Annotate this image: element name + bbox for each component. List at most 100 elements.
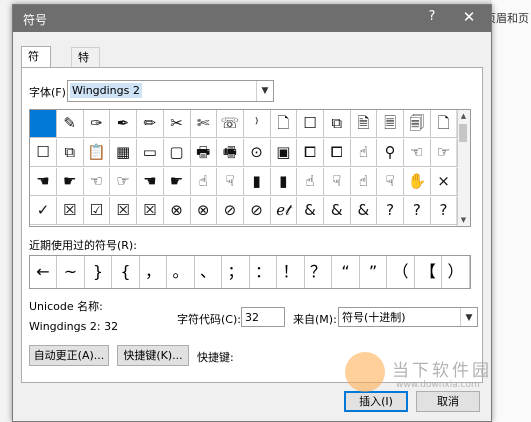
symbol-cell[interactable]: ☟ [377, 168, 405, 196]
insert-button[interactable]: 插入(I) [344, 391, 408, 412]
symbol-cell[interactable]: ✑ [83, 110, 111, 138]
symbol-cell[interactable]: ☝ [190, 168, 218, 196]
symbol-cell[interactable]: ⊗ [190, 197, 218, 225]
symbol-cell[interactable]: ☞ [110, 168, 138, 196]
symbol-cell[interactable]: ☛ [56, 168, 84, 196]
symbol-cell[interactable]: ✎ [56, 110, 84, 138]
close-icon[interactable]: ✕ [461, 8, 477, 26]
symbol-cell[interactable]: ⚲ [377, 139, 405, 167]
symbol-cell[interactable]: ✒ [110, 110, 138, 138]
symbol-cell[interactable]: ▮ [243, 168, 271, 196]
symbol-cell[interactable]: ? [403, 197, 431, 225]
scroll-thumb[interactable] [459, 124, 467, 142]
symbol-cell[interactable]: & [297, 197, 324, 225]
background-ribbon [490, 0, 531, 422]
recent-symbol-cell[interactable]: “ [333, 256, 360, 288]
tab-symbols[interactable]: 符号(S) [21, 46, 51, 101]
symbol-cell[interactable]: ? [377, 197, 405, 225]
symbol-cell[interactable]: 🖶 [190, 139, 218, 167]
recent-symbol-cell[interactable]: ； [223, 256, 250, 288]
symbol-cell[interactable]: 🗎 [350, 110, 378, 138]
cancel-button[interactable]: 取消 [416, 391, 480, 412]
recent-symbol-cell[interactable]: ： [250, 256, 277, 288]
symbol-cell[interactable]: ☝ [350, 168, 378, 196]
symbol-cell[interactable]: ☜ [403, 139, 431, 167]
symbol-cell[interactable] [30, 110, 57, 138]
symbol-cell[interactable]: & [323, 197, 351, 225]
symbol-cell[interactable]: ✓ [30, 197, 57, 225]
symbol-cell[interactable]: ☚ [136, 168, 164, 196]
scroll-down-icon[interactable]: ▼ [457, 214, 470, 226]
symbol-cell[interactable]: ▭ [136, 139, 164, 167]
symbol-cell[interactable]: ☐ [297, 110, 324, 138]
symbol-cell[interactable]: ⧉ [56, 139, 84, 167]
recent-symbol-cell[interactable]: ！ [278, 256, 305, 288]
symbol-cell[interactable]: 🗋 [430, 110, 458, 138]
chevron-down-icon[interactable]: ▼ [256, 81, 273, 101]
symbol-cell[interactable]: ▣ [270, 139, 298, 167]
watermark-url: www.downxia.com [396, 380, 480, 390]
font-select[interactable]: Wingdings 2 ▼ [67, 80, 274, 102]
from-select[interactable]: 符号(十进制) ▼ [338, 307, 478, 327]
symbol-cell[interactable]: ☟ [323, 168, 351, 196]
symbol-cell[interactable]: ☟ [216, 168, 244, 196]
recent-symbol-cell[interactable]: ” [360, 256, 387, 288]
symbol-cell[interactable]: ☒ [56, 197, 84, 225]
shortcut-key-button[interactable]: 快捷键(K)... [117, 345, 189, 366]
symbol-cell[interactable]: ☛ [163, 168, 191, 196]
symbol-cell[interactable]: & [350, 197, 378, 225]
recent-symbol-cell[interactable]: { [113, 256, 140, 288]
symbol-cell[interactable]: ✋ [403, 168, 431, 196]
recent-symbol-cell[interactable]: ， [140, 256, 167, 288]
symbol-cell[interactable]: ⊘ [216, 197, 244, 225]
symbol-cell[interactable]: ▮ [270, 168, 298, 196]
symbol-cell[interactable]: ⧠ [297, 139, 324, 167]
character-code-input[interactable]: 32 [241, 307, 285, 327]
symbol-cell[interactable]: 🖷 [216, 139, 244, 167]
recent-symbol-cell[interactable]: ？ [305, 256, 332, 288]
symbol-cell[interactable]: ✂ [163, 110, 191, 138]
help-button[interactable]: ? [425, 9, 439, 27]
symbol-cell[interactable]: ℯ𝓉 [270, 197, 298, 225]
recent-symbol-cell[interactable]: （ [388, 256, 415, 288]
symbol-cell[interactable]: ✄ [190, 110, 218, 138]
symbol-cell[interactable]: ▢ [163, 139, 191, 167]
recent-symbol-cell[interactable]: ← [30, 256, 57, 288]
symbol-cell[interactable]: ☚ [30, 168, 57, 196]
symbol-cell[interactable]: ☝ [350, 139, 378, 167]
symbol-cell[interactable]: ☑ [83, 197, 111, 225]
symbol-cell[interactable]: 🗐 [403, 110, 431, 138]
recent-symbol-cell[interactable]: ） [443, 256, 470, 288]
symbol-cell[interactable]: 🗏 [377, 110, 405, 138]
symbol-cell[interactable]: 🗋 [270, 110, 298, 138]
symbol-cell[interactable]: ☏ [216, 110, 244, 138]
symbol-cell[interactable]: ? [430, 197, 458, 225]
symbol-cell[interactable]: × [430, 168, 458, 196]
symbol-cell[interactable]: ⊙ [243, 139, 271, 167]
symbol-cell[interactable]: ▦ [110, 139, 138, 167]
symbol-cell[interactable]: ⧠ [323, 139, 351, 167]
recent-symbol-cell[interactable]: 。 [168, 256, 195, 288]
symbol-cell[interactable]: ☝ [297, 168, 324, 196]
symbol-cell[interactable]: ✏ [136, 110, 164, 138]
recent-symbol-cell[interactable]: } [85, 256, 112, 288]
scroll-up-icon[interactable]: ▲ [457, 110, 470, 122]
autocorrect-button[interactable]: 自动更正(A)... [29, 345, 109, 366]
symbol-cell[interactable]: ⊗ [163, 197, 191, 225]
symbol-cell[interactable]: ☐ [30, 139, 57, 167]
symbol-cell[interactable]: ☜ [83, 168, 111, 196]
unicode-name-label: Unicode 名称: [29, 300, 103, 313]
symbol-cell[interactable]: ⁾ [243, 110, 271, 138]
recent-symbol-cell[interactable]: 【 [415, 256, 442, 288]
symbol-cell[interactable]: 📋 [83, 139, 111, 167]
recent-symbol-cell[interactable]: ~ [58, 256, 85, 288]
tab-special-characters[interactable]: 特殊字符(P) [71, 47, 101, 140]
chevron-down-icon[interactable]: ▼ [460, 308, 477, 326]
symbol-cell[interactable]: ☒ [136, 197, 164, 225]
symbol-cell[interactable]: ⧉ [323, 110, 351, 138]
recent-symbol-cell[interactable]: 、 [195, 256, 222, 288]
symbol-cell[interactable]: ☞ [430, 139, 458, 167]
symbol-grid-scrollbar[interactable]: ▲ ▼ [456, 110, 470, 226]
symbol-cell[interactable]: ☒ [110, 197, 138, 225]
symbol-cell[interactable]: ⊘ [243, 197, 271, 225]
